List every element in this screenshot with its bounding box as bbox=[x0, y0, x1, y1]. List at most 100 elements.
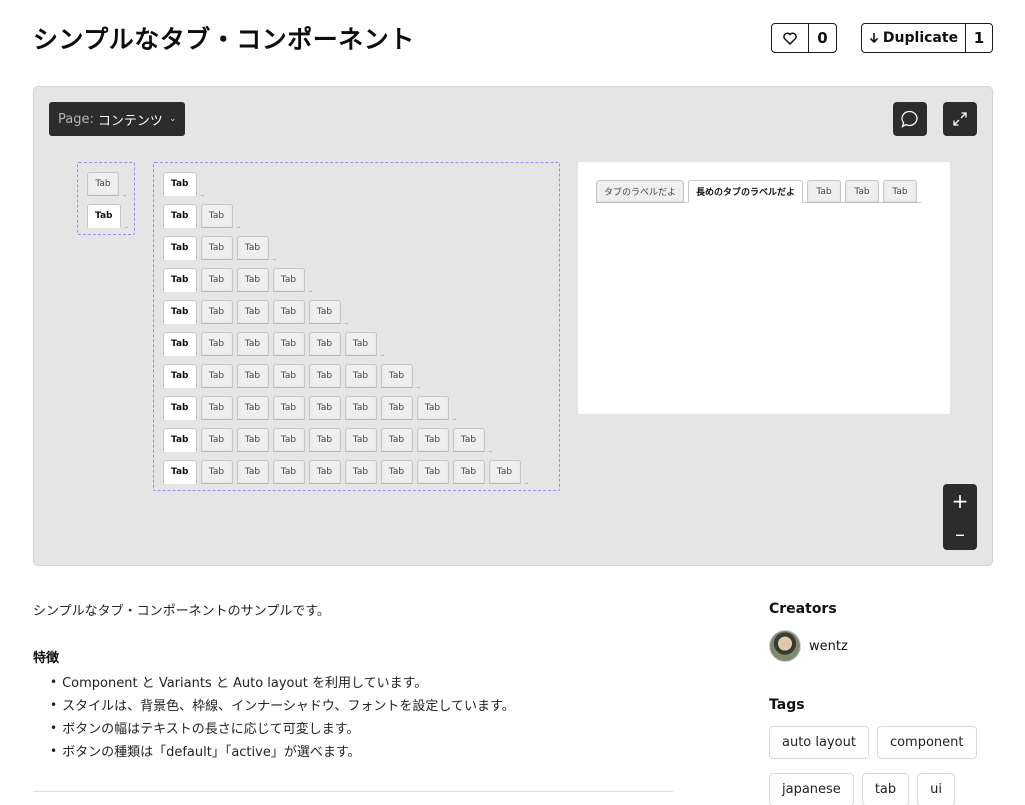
tab-row: Tab Tab Tab Tab Tab bbox=[163, 300, 348, 324]
tab-active[interactable]: Tab bbox=[163, 268, 197, 292]
tab-item[interactable]: Tab bbox=[200, 364, 233, 388]
tab-item[interactable]: Tab bbox=[236, 428, 269, 452]
feature-item: ボタンの種類は「default」「active」が選べます。 bbox=[50, 739, 515, 762]
tag-japanese[interactable]: japanese bbox=[769, 773, 854, 805]
feature-item: Component と Variants と Auto layout を利用して… bbox=[50, 670, 515, 693]
duplicate-button[interactable]: Duplicate 1 bbox=[861, 23, 993, 53]
zoom-out-button[interactable]: – bbox=[943, 517, 977, 550]
page-prefix: Page: bbox=[58, 111, 94, 127]
long-label-tab-row: タブのラベルだよ 長めのタブのラベルだよ Tab Tab Tab bbox=[596, 180, 922, 203]
tag-tab[interactable]: tab bbox=[861, 773, 910, 805]
tab-item[interactable]: Tab bbox=[272, 268, 305, 292]
page-selector[interactable]: Page: コンテンツ ⌄ bbox=[49, 102, 186, 136]
tab-item[interactable]: Tab bbox=[200, 396, 233, 420]
tab-item[interactable]: Tab bbox=[488, 460, 521, 484]
tab-item[interactable]: Tab bbox=[344, 396, 377, 420]
fullscreen-button[interactable] bbox=[943, 102, 977, 136]
tags-heading: Tags bbox=[769, 697, 805, 713]
page-title: シンプルなタブ・コンポーネント bbox=[33, 25, 415, 54]
tab-item[interactable]: Tab bbox=[308, 396, 341, 420]
tab-row: Tab Tab Tab Tab Tab Tab Tab bbox=[163, 364, 420, 388]
description-intro: シンプルなタブ・コンポーネントのサンプルです。 bbox=[33, 604, 330, 619]
tab-active[interactable]: Tab bbox=[163, 332, 197, 356]
long-tab-item[interactable]: タブのラベルだよ bbox=[596, 180, 685, 203]
long-tab-item[interactable]: Tab bbox=[845, 180, 880, 203]
tab-item[interactable]: Tab bbox=[200, 236, 233, 260]
tab-item[interactable]: Tab bbox=[200, 300, 233, 324]
tab-active[interactable]: Tab bbox=[163, 172, 197, 196]
long-label-tabs-panel: タブのラベルだよ 長めのタブのラベルだよ Tab Tab Tab bbox=[578, 162, 950, 414]
tab-item[interactable]: Tab bbox=[200, 268, 233, 292]
divider bbox=[33, 791, 673, 792]
tab-active[interactable]: Tab bbox=[163, 428, 197, 452]
tab-item[interactable]: Tab bbox=[272, 300, 305, 324]
tag-list: auto layout component japanese tab ui bbox=[769, 726, 989, 805]
tag-component[interactable]: component bbox=[876, 726, 977, 759]
tab-item[interactable]: Tab bbox=[236, 332, 269, 356]
tab-item[interactable]: Tab bbox=[452, 428, 485, 452]
tab-item[interactable]: Tab bbox=[272, 396, 305, 420]
comment-button[interactable] bbox=[893, 102, 927, 136]
tab-item[interactable]: Tab bbox=[308, 364, 341, 388]
long-tab-item[interactable]: 長めのタブのラベルだよ bbox=[688, 180, 804, 203]
tab-item[interactable]: Tab bbox=[236, 268, 269, 292]
tab-item[interactable]: Tab bbox=[416, 396, 449, 420]
tab-item[interactable]: Tab bbox=[416, 460, 449, 484]
tab-item[interactable]: Tab bbox=[344, 428, 377, 452]
tab-row: Tab Tab Tab bbox=[163, 236, 276, 260]
tab-rows-frame: Tab Tab Tab Tab Tab Tab Tab Tab Tab Tab Tab Tab Tab T… bbox=[153, 162, 560, 491]
heart-icon[interactable] bbox=[772, 24, 809, 52]
tab-item[interactable]: Tab bbox=[416, 428, 449, 452]
prototype-canvas[interactable]: Page: コンテンツ ⌄ Tab Tab Tab Tab Tab Tab Tab Tab… bbox=[33, 86, 993, 566]
tab-item[interactable]: Tab bbox=[236, 300, 269, 324]
creator[interactable]: wentz bbox=[769, 630, 848, 662]
tab-item[interactable]: Tab bbox=[452, 460, 485, 484]
tab-item[interactable]: Tab bbox=[236, 396, 269, 420]
tab-item[interactable]: Tab bbox=[272, 332, 305, 356]
tab-row: Tab Tab Tab Tab Tab Tab Tab Tab Tab bbox=[163, 428, 492, 452]
tab-active[interactable]: Tab bbox=[163, 236, 197, 260]
long-tab-item[interactable]: Tab bbox=[883, 180, 918, 203]
long-tab-item[interactable]: Tab bbox=[807, 180, 842, 203]
creator-name[interactable]: wentz bbox=[809, 639, 848, 654]
tab-active[interactable]: Tab bbox=[163, 364, 197, 388]
tab-variant-default: Tab bbox=[87, 172, 126, 196]
tab-active[interactable]: Tab bbox=[163, 460, 197, 484]
avatar[interactable] bbox=[769, 630, 801, 662]
tab-item[interactable]: Tab bbox=[308, 332, 341, 356]
like-button[interactable]: 0 bbox=[771, 23, 837, 53]
tab-item[interactable]: Tab bbox=[308, 460, 341, 484]
tab-item[interactable]: Tab bbox=[236, 460, 269, 484]
tab-item[interactable]: Tab bbox=[200, 428, 233, 452]
variants-frame: Tab Tab bbox=[77, 162, 135, 235]
tab-default[interactable]: Tab bbox=[87, 172, 119, 196]
tab-item[interactable]: Tab bbox=[236, 364, 269, 388]
tab-item[interactable]: Tab bbox=[200, 204, 233, 228]
tab-item[interactable]: Tab bbox=[308, 428, 341, 452]
tab-item[interactable]: Tab bbox=[380, 428, 413, 452]
tab-item[interactable]: Tab bbox=[344, 332, 377, 356]
tab-active[interactable]: Tab bbox=[163, 204, 197, 228]
tab-item[interactable]: Tab bbox=[200, 332, 233, 356]
tag-auto-layout[interactable]: auto layout bbox=[769, 726, 869, 759]
tab-item[interactable]: Tab bbox=[380, 364, 413, 388]
tab-item[interactable]: Tab bbox=[200, 460, 233, 484]
tag-ui[interactable]: ui bbox=[917, 773, 955, 805]
tab-row: Tab Tab Tab Tab Tab Tab bbox=[163, 332, 384, 356]
zoom-controls: + – bbox=[943, 484, 977, 550]
tab-item[interactable]: Tab bbox=[272, 428, 305, 452]
tab-active[interactable]: Tab bbox=[87, 204, 121, 228]
tab-item[interactable]: Tab bbox=[380, 460, 413, 484]
tab-item[interactable]: Tab bbox=[380, 396, 413, 420]
zoom-in-button[interactable]: + bbox=[943, 484, 977, 517]
duplicate-action[interactable]: Duplicate bbox=[862, 24, 966, 52]
tab-item[interactable]: Tab bbox=[272, 364, 305, 388]
tab-item[interactable]: Tab bbox=[344, 364, 377, 388]
tab-item[interactable]: Tab bbox=[236, 236, 269, 260]
tab-item[interactable]: Tab bbox=[272, 460, 305, 484]
tab-active[interactable]: Tab bbox=[163, 300, 197, 324]
feature-item: ボタンの幅はテキストの長さに応じて可変します。 bbox=[50, 716, 515, 739]
tab-item[interactable]: Tab bbox=[308, 300, 341, 324]
tab-active[interactable]: Tab bbox=[163, 396, 197, 420]
tab-item[interactable]: Tab bbox=[344, 460, 377, 484]
